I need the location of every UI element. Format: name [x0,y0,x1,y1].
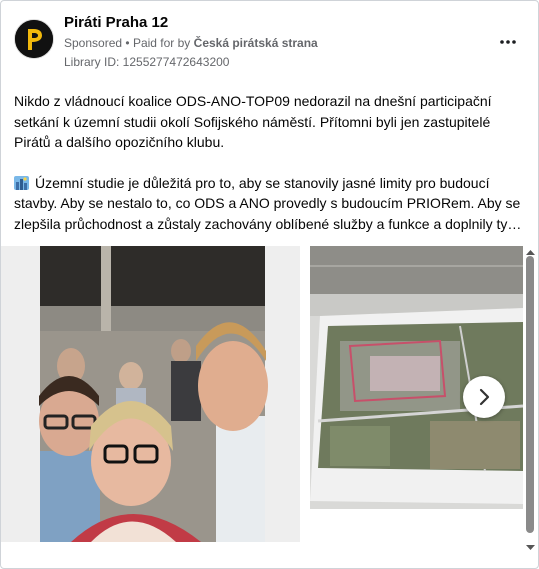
paid-for-label: Paid for by [132,36,191,50]
meta-separator: • [125,36,133,50]
scroll-down-arrow-icon[interactable] [523,542,538,554]
selfie-photo [1,246,300,542]
post-paragraph-2-text: Územní studie je důležitá pro to, aby se… [14,174,522,232]
ad-post-card: Piráti Praha 12 Sponsored • Paid for by … [0,0,539,569]
pirate-party-logo-icon [15,20,53,58]
page-name-link[interactable]: Piráti Praha 12 [64,14,168,31]
image-carousel[interactable] [1,246,538,546]
post-paragraph-1: Nikdo z vládnoucí koalice ODS-ANO-TOP09 … [14,93,492,150]
scrollbar[interactable] [523,244,538,558]
carousel-slide-selfie[interactable] [1,246,300,542]
post-paragraph-2: Územní studie je důležitá pro to, aby se… [14,173,526,235]
scrollbar-thumb[interactable] [526,256,534,533]
carousel-next-button[interactable] [463,376,505,418]
sponsored-label: Sponsored [64,36,123,50]
more-options-icon [500,40,516,44]
cityscape-emoji-icon [14,175,29,190]
paid-for-by-name[interactable]: Česká pirátská strana [194,36,318,50]
more-options-button[interactable] [495,31,521,53]
chevron-right-icon [479,388,490,406]
post-body-text: Nikdo z vládnoucí koalice ODS-ANO-TOP09 … [14,91,526,234]
page-avatar[interactable] [14,19,54,59]
library-id: Library ID: 1255277472643200 [64,55,230,69]
sponsored-meta: Sponsored • Paid for by Česká pirátská s… [64,36,318,50]
